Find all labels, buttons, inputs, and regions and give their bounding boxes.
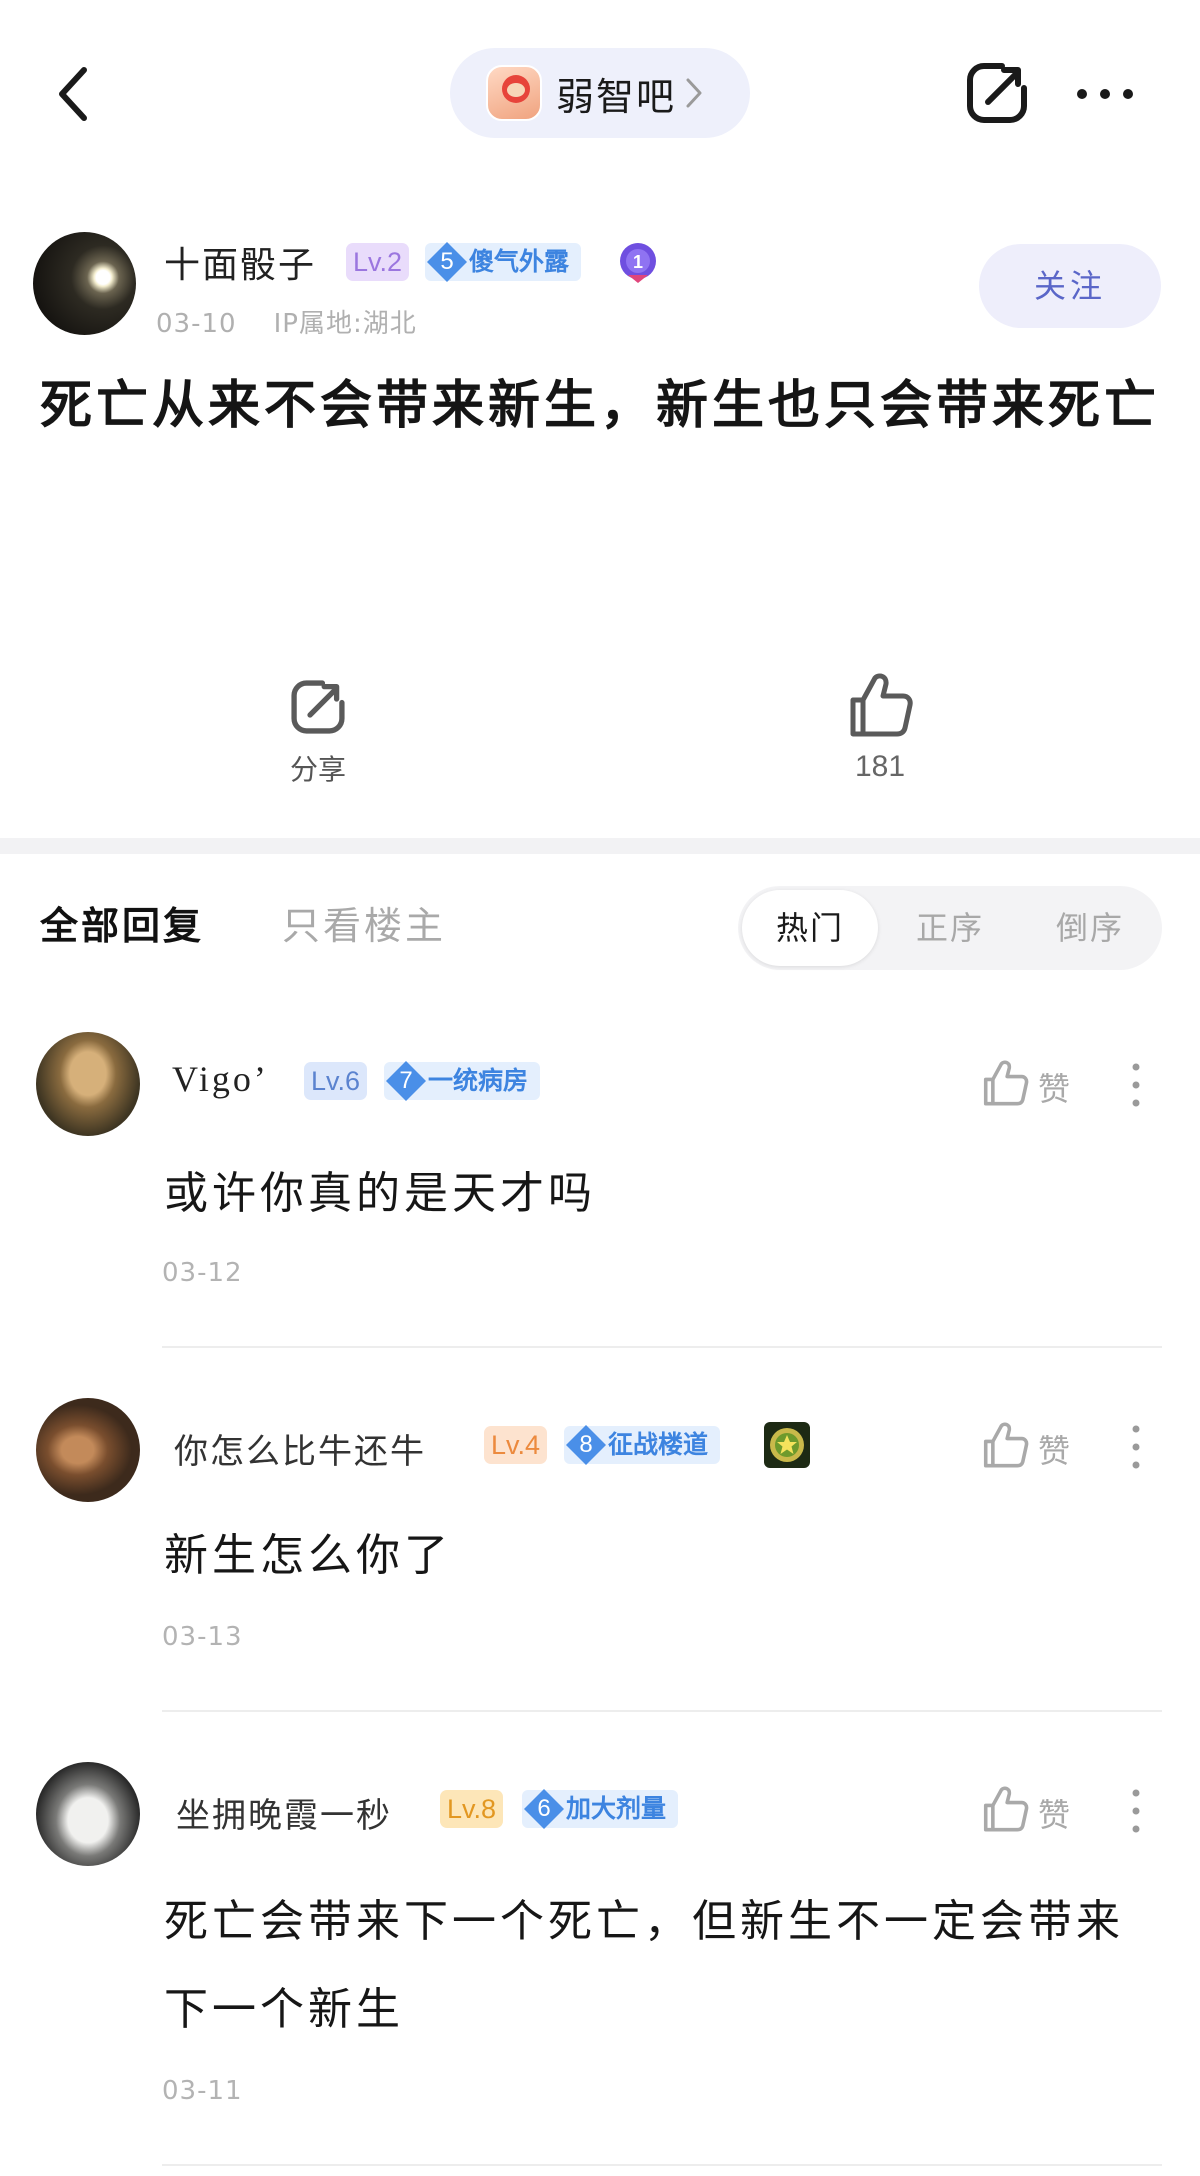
level-gem-icon: 7: [384, 1059, 428, 1103]
comment-more-icon[interactable]: [1129, 1788, 1143, 1834]
comment-separator: [162, 2164, 1162, 2166]
comment-more-icon[interactable]: [1129, 1424, 1143, 1470]
comment-text: 死亡会带来下一个死亡，但新生不一定会带来下一个新生: [164, 1896, 1124, 2035]
title-badge: 8 征战楼道: [564, 1423, 721, 1467]
level-badge: Lv.2: [346, 243, 410, 281]
title-badge-label: 一统病房: [428, 1066, 529, 1095]
section-divider: [0, 838, 1200, 854]
thumbs-up-icon: [983, 1786, 1029, 1832]
level-badge: Lv.4: [484, 1426, 548, 1464]
comment-text: 或许你真的是天才吗: [164, 1168, 596, 1219]
comment-text: 新生怎么你了: [164, 1530, 452, 1581]
comment-date: 03-13: [162, 1622, 243, 1652]
thumbs-up-icon: [983, 1060, 1029, 1106]
thumbs-up-icon: [850, 673, 913, 737]
ip-location: IP属地:湖北: [273, 309, 417, 339]
level-gem-icon: 8: [564, 1423, 608, 1467]
rank-medal-icon: 1: [620, 243, 656, 283]
comment-like-button[interactable]: 赞: [980, 1420, 1080, 1476]
share-icon[interactable]: [962, 58, 1032, 128]
like-label: 赞: [1038, 1432, 1071, 1470]
level-badge: Lv.8: [440, 1790, 504, 1828]
sort-asc-button[interactable]: 正序: [916, 890, 984, 966]
sort-hot-button[interactable]: 热门: [742, 890, 878, 966]
like-action[interactable]: 181: [820, 670, 940, 784]
like-label: 赞: [1038, 1070, 1071, 1108]
share-action[interactable]: 分享: [258, 676, 378, 788]
post-meta: 03-10 IP属地:湖北: [156, 303, 417, 340]
post-title: 死亡从来不会带来新生，新生也只会带来死亡: [40, 375, 1161, 436]
share-label: 分享: [289, 753, 346, 786]
title-badge-label: 傻气外露: [469, 247, 570, 276]
commenter-avatar[interactable]: [36, 1032, 140, 1136]
level-gem-icon: 6: [522, 1787, 566, 1831]
back-arrow-icon[interactable]: [52, 64, 96, 124]
forum-header-button[interactable]: 弱智吧: [450, 48, 750, 138]
sort-toggle: 热门 正序 倒序: [738, 886, 1162, 970]
author-name[interactable]: 十面骰子: [164, 236, 316, 288]
like-count: 181: [854, 750, 906, 783]
thumbs-up-icon: [983, 1422, 1029, 1468]
forum-name: 弱智吧: [556, 74, 677, 119]
tab-op-only[interactable]: 只看楼主: [282, 895, 446, 950]
title-badge: 6 加大剂量: [522, 1787, 679, 1831]
title-badge: 7 一统病房: [384, 1059, 541, 1103]
comment-date: 03-11: [162, 2076, 243, 2106]
commenter-avatar[interactable]: [36, 1762, 140, 1866]
chevron-right-icon: [686, 78, 702, 108]
commenter-name[interactable]: Vigo’: [172, 1058, 269, 1100]
title-badge-label: 加大剂量: [566, 1794, 667, 1823]
comment-separator: [162, 1710, 1162, 1712]
level-gem-icon: 5: [425, 240, 469, 284]
comment-like-button[interactable]: 赞: [980, 1784, 1080, 1840]
comment-date: 03-12: [162, 1258, 243, 1288]
commenter-name[interactable]: 坐拥晚霞一秒: [176, 1788, 392, 1837]
commenter-name[interactable]: 你怎么比牛还牛: [174, 1424, 426, 1473]
forum-avatar: [486, 65, 542, 121]
sort-desc-button[interactable]: 倒序: [1056, 890, 1124, 966]
follow-button[interactable]: 关注: [979, 244, 1161, 328]
tab-all-replies[interactable]: 全部回复: [40, 895, 204, 950]
post-date: 03-10: [156, 309, 237, 339]
more-options-icon[interactable]: [1074, 84, 1136, 104]
title-badge: 5 傻气外露: [425, 240, 582, 284]
title-badge-label: 征战楼道: [608, 1430, 709, 1459]
comment-like-button[interactable]: 赞: [980, 1058, 1080, 1114]
svg-text:1: 1: [633, 252, 643, 272]
commenter-avatar[interactable]: [36, 1398, 140, 1502]
share-icon: [291, 680, 345, 734]
like-label: 赞: [1038, 1796, 1071, 1834]
comment-more-icon[interactable]: [1129, 1062, 1143, 1108]
star-medal-icon: [764, 1422, 810, 1468]
author-avatar[interactable]: [33, 232, 136, 335]
level-badge: Lv.6: [304, 1062, 368, 1100]
comment-separator: [162, 1346, 1162, 1348]
